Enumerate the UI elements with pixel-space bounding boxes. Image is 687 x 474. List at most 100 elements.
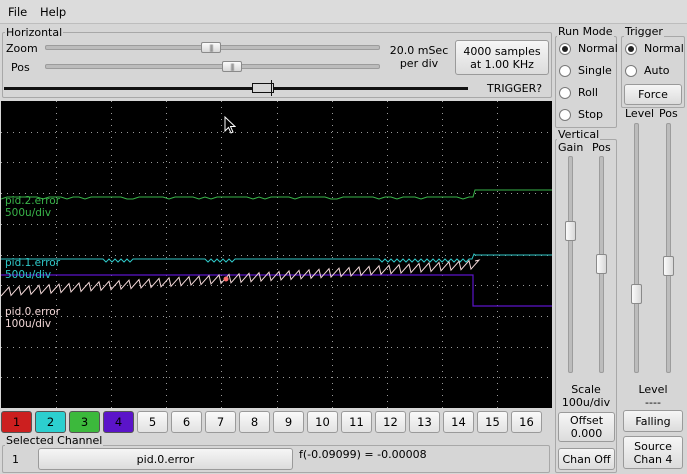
trigger-level-section-label: Level — [638, 383, 668, 396]
trace-channel-4 — [1, 274, 552, 307]
radio-label: Roll — [578, 86, 598, 99]
radio-button[interactable] — [625, 42, 637, 55]
selected-channel-number: 1 — [12, 453, 19, 466]
samples-count: 4000 samples — [463, 44, 541, 58]
trace-name: pid.1.error — [5, 257, 61, 269]
scale-value: 100u/div — [561, 396, 611, 409]
menu-bar: File Help — [0, 0, 687, 24]
trace-label-pid2: pid.2.error 500u/div — [5, 195, 60, 219]
radio-selected-dot — [628, 45, 634, 52]
run-mode-title: Run Mode — [557, 25, 614, 38]
channel-button-9[interactable]: 9 — [273, 411, 304, 433]
trigger-level-slider-handle[interactable] — [631, 284, 642, 304]
offset-label: Offset — [569, 414, 604, 427]
channel-button-2[interactable]: 2 — [35, 411, 66, 433]
trace-scale: 500u/div — [5, 207, 52, 219]
pos-label: Pos — [11, 61, 30, 74]
channel-button-12[interactable]: 12 — [375, 411, 406, 433]
vertical-title: Vertical — [557, 128, 601, 141]
time-per-div: 20.0 mSec per div — [386, 44, 452, 70]
trigger-level-value: ---- — [645, 396, 661, 409]
trace-label-pid0: pid.0.error 100u/div — [5, 306, 60, 330]
radio-button[interactable] — [559, 64, 571, 77]
scale-label: Scale — [571, 383, 601, 396]
trigger-source-channel: Chan 4 — [633, 452, 673, 466]
radio-button[interactable] — [559, 86, 571, 99]
pos-slider-track[interactable] — [45, 64, 380, 69]
selected-channel-name-button[interactable]: pid.0.error — [38, 448, 293, 470]
trigger-status: TRIGGER? — [487, 82, 543, 95]
selected-channel-readout: f(-0.09099) = -0.00008 — [299, 448, 427, 461]
gain-slider-track[interactable] — [568, 156, 573, 373]
run-mode-option-stop[interactable]: Stop — [559, 108, 603, 121]
radio-label: Normal — [578, 42, 618, 55]
gain-label: Gain — [558, 141, 584, 154]
channel-button-3[interactable]: 3 — [69, 411, 100, 433]
radio-button[interactable] — [559, 108, 571, 121]
scale-readout: Scale 100u/div — [556, 383, 616, 409]
channel-button-16[interactable]: 16 — [511, 411, 542, 433]
channel-button-6[interactable]: 6 — [171, 411, 202, 433]
scope-grid — [1, 101, 552, 408]
trace-label-pid1: pid.1.error 500u/div — [5, 257, 60, 281]
channel-button-1[interactable]: 1 — [1, 411, 32, 433]
gain-slider-handle[interactable] — [565, 221, 576, 241]
time-per-div-unit: per div — [399, 57, 439, 70]
channel-button-10[interactable]: 10 — [307, 411, 338, 433]
trigger-level-label: Level — [625, 107, 655, 120]
trace-name: pid.2.error — [5, 195, 61, 207]
trigger-source-label: Source — [634, 439, 672, 453]
chan-off-button[interactable]: Chan Off — [558, 448, 615, 470]
radio-label: Stop — [578, 108, 604, 121]
trace-name: pid.0.error — [5, 306, 61, 318]
radio-selected-dot — [562, 45, 568, 52]
trigger-mode-option-auto[interactable]: Auto — [625, 64, 670, 77]
zoom-label: Zoom — [6, 42, 38, 55]
zoom-slider-handle[interactable]: ||| — [201, 42, 221, 53]
menu-file[interactable]: File — [8, 5, 27, 19]
scope-traces — [0, 189, 552, 307]
channel-button-11[interactable]: 11 — [341, 411, 372, 433]
trace-pid0-error — [0, 259, 481, 297]
radio-button[interactable] — [625, 64, 637, 77]
trigger-level-slider-track[interactable] — [634, 123, 639, 373]
channel-button-13[interactable]: 13 — [409, 411, 440, 433]
offset-button[interactable]: Offset 0.000 — [558, 412, 615, 442]
radio-button[interactable] — [559, 42, 571, 55]
trigger-pos-label: Pos — [659, 107, 678, 120]
vertical-pos-label: Pos — [592, 141, 611, 154]
channel-button-8[interactable]: 8 — [239, 411, 270, 433]
radio-label: Single — [578, 64, 612, 77]
run-mode-option-roll[interactable]: Roll — [559, 86, 598, 99]
pos-slider-handle[interactable]: ||| — [222, 61, 242, 72]
mouse-cursor-icon — [224, 116, 236, 134]
run-mode-option-single[interactable]: Single — [559, 64, 612, 77]
trigger-pos-slider-handle[interactable] — [663, 256, 674, 276]
trigger-position-line — [271, 80, 272, 96]
menu-help[interactable]: Help — [40, 5, 66, 19]
time-per-div-value: 20.0 mSec — [389, 44, 449, 57]
channel-button-7[interactable]: 7 — [205, 411, 236, 433]
channel-button-14[interactable]: 14 — [443, 411, 474, 433]
offset-value: 0.000 — [570, 427, 603, 440]
trace-scale: 100u/div — [5, 318, 52, 330]
scope-display[interactable]: pid.2.error 500u/div pid.1.error 500u/di… — [0, 101, 552, 408]
selected-channel-title: Selected Channel — [5, 434, 104, 447]
trigger-level-readout: Level ---- — [621, 383, 685, 409]
trigger-edge-button[interactable]: Falling — [623, 410, 683, 432]
trigger-pos-slider-track[interactable] — [666, 123, 671, 373]
trigger-mode-option-normal[interactable]: Normal — [625, 42, 684, 55]
channel-button-4[interactable]: 4 — [103, 411, 134, 433]
run-mode-option-normal[interactable]: Normal — [559, 42, 618, 55]
radio-label: Normal — [644, 42, 684, 55]
channel-button-5[interactable]: 5 — [137, 411, 168, 433]
channel-button-15[interactable]: 15 — [477, 411, 508, 433]
samples-rate: at 1.00 KHz — [470, 57, 534, 71]
horizontal-title: Horizontal — [5, 26, 64, 39]
trigger-source-button[interactable]: Source Chan 4 — [623, 436, 683, 469]
record-overview-bar[interactable] — [4, 87, 468, 90]
force-button[interactable]: Force — [624, 84, 682, 105]
trace-marker-dot — [223, 276, 229, 282]
samples-button[interactable]: 4000 samples at 1.00 KHz — [455, 40, 549, 75]
vertical-pos-slider-handle[interactable] — [596, 254, 607, 274]
